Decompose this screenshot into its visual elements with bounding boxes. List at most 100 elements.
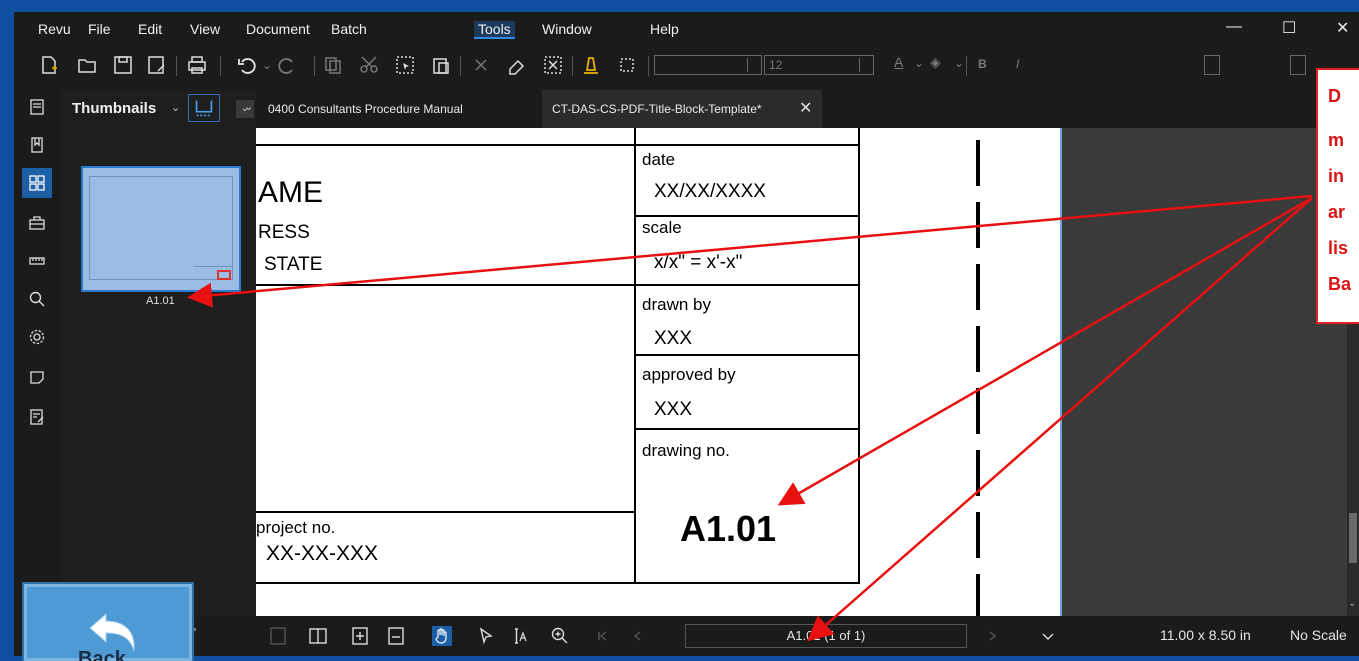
document-viewport[interactable]: AME RESS STATE date XX/XX/XXXX scale x/x… — [256, 128, 1359, 616]
menu-edit[interactable]: Edit — [138, 21, 162, 37]
title-block-rule — [634, 354, 860, 356]
title-block-bottom-border — [256, 582, 860, 584]
back-button[interactable]: Back — [22, 582, 194, 661]
single-page-icon[interactable] — [268, 626, 288, 646]
menu-tools[interactable]: Tools — [474, 21, 515, 39]
settings-gear-icon[interactable] — [22, 322, 52, 352]
delete-icon[interactable] — [470, 54, 492, 76]
menu-view[interactable]: View — [190, 21, 220, 37]
thumbnails-dropdown-icon[interactable]: ⌄ — [171, 101, 180, 114]
callout-text-line: m — [1328, 130, 1345, 150]
drawn-by-value: XXX — [654, 328, 693, 349]
cut-icon[interactable] — [358, 54, 380, 76]
toolbar-overflow-dropdown-2[interactable] — [1290, 55, 1306, 75]
paste-icon[interactable] — [430, 54, 452, 76]
toolbar-overflow-dropdown[interactable] — [1204, 55, 1220, 75]
measurements-icon[interactable] — [22, 246, 52, 276]
open-folder-icon[interactable] — [76, 54, 98, 76]
window-frame-left — [0, 0, 14, 661]
callout-text-line: ar — [1328, 202, 1346, 222]
page-navigation-field[interactable]: A1.01 (1 of 1) — [685, 624, 967, 648]
save-icon[interactable] — [112, 54, 134, 76]
tab-close-icon[interactable]: ✕ — [799, 98, 812, 118]
fill-color-icon[interactable]: ◈ — [930, 54, 941, 71]
toolbar-separator — [966, 56, 967, 76]
search-icon[interactable] — [22, 284, 52, 314]
tab-consultants-manual[interactable]: 0400 Consultants Procedure Manual — [264, 90, 534, 128]
minimize-button[interactable]: — — [1226, 18, 1242, 36]
fill-color-dropdown-icon[interactable]: ⌄ — [954, 56, 964, 70]
bold-button[interactable]: B — [978, 57, 987, 71]
thumbnails-icon[interactable] — [22, 168, 52, 198]
title-block-rule — [634, 215, 860, 217]
previous-page-icon[interactable] — [628, 626, 648, 646]
font-family-select[interactable] — [654, 55, 762, 75]
snapshot-icon[interactable] — [542, 54, 564, 76]
date-value: XX/XX/XXXX — [654, 181, 766, 202]
new-document-icon[interactable] — [38, 54, 60, 76]
toolbar-separator — [176, 56, 177, 76]
drawing-no-value: A1.01 — [680, 508, 777, 549]
select-text-icon[interactable] — [510, 626, 530, 646]
thumbnail-title-block — [193, 266, 233, 282]
thumbnail-page-border — [89, 176, 233, 280]
tab-title-block-template[interactable]: CT-DAS-CS-PDF-Title-Block-Template* — [542, 90, 822, 128]
save-as-icon[interactable] — [146, 54, 168, 76]
menu-help[interactable]: Help — [650, 21, 679, 37]
toolchest-icon[interactable] — [22, 208, 52, 238]
text-color-dropdown-icon[interactable]: ⌄ — [914, 56, 924, 70]
thumbnail-highlight — [217, 270, 231, 280]
first-page-icon[interactable] — [592, 626, 612, 646]
pdf-page[interactable]: AME RESS STATE date XX/XX/XXXX scale x/x… — [256, 128, 1060, 616]
scroll-down-icon[interactable]: ⌄ — [1348, 598, 1356, 609]
drawing-no-label: drawing no. — [642, 441, 730, 460]
markups-icon[interactable] — [22, 362, 52, 392]
maximize-button[interactable]: ☐ — [1282, 18, 1296, 38]
italic-button[interactable]: I — [1016, 57, 1019, 71]
scrollbar-thumb[interactable] — [1349, 513, 1357, 563]
menu-file[interactable]: File — [88, 21, 111, 37]
thumbnail-size-icon[interactable] — [188, 94, 220, 122]
page-edge — [1060, 128, 1062, 616]
close-window-button[interactable]: ✕ — [1336, 18, 1349, 38]
undo-dropdown-icon[interactable]: ⌄ — [262, 58, 272, 72]
select-pointer-icon[interactable] — [476, 626, 496, 646]
forms-icon[interactable] — [22, 402, 52, 432]
next-page-icon[interactable] — [982, 626, 1002, 646]
scale-value: x/x" = x'-x" — [654, 252, 743, 273]
text-color-button[interactable]: A — [894, 54, 903, 70]
scale-status-label[interactable]: No Scale — [1290, 627, 1347, 643]
select-icon[interactable] — [394, 54, 416, 76]
crop-icon[interactable] — [616, 54, 638, 76]
eraser-icon[interactable] — [506, 54, 528, 76]
page-dropdown-icon[interactable] — [1038, 626, 1058, 646]
page-thumbnail[interactable] — [81, 166, 241, 292]
font-size-select[interactable]: 12 — [764, 55, 874, 75]
menu-batch[interactable]: Batch — [331, 21, 367, 37]
copy-icon[interactable] — [322, 54, 344, 76]
title-block-rule — [256, 284, 860, 286]
menu-window[interactable]: Window — [542, 21, 592, 37]
redo-icon[interactable] — [276, 54, 298, 76]
print-icon[interactable] — [186, 54, 208, 76]
split-view-icon[interactable] — [308, 626, 328, 646]
menu-document[interactable]: Document — [246, 21, 310, 37]
back-button-label: Back — [78, 648, 126, 661]
fit-width-icon[interactable] — [386, 626, 406, 646]
menu-revu[interactable]: Revu — [38, 21, 71, 37]
zoom-icon[interactable] — [550, 626, 570, 646]
bookmarks-icon[interactable] — [22, 130, 52, 160]
callout-text-line: in — [1328, 166, 1344, 186]
approved-by-label: approved by — [642, 365, 736, 384]
tab-list-dropdown-icon[interactable]: ⌄ — [244, 100, 253, 113]
undo-icon[interactable] — [236, 54, 258, 76]
thumbnails-title[interactable]: Thumbnails — [72, 100, 156, 117]
fit-page-icon[interactable] — [350, 626, 370, 646]
properties-icon[interactable] — [22, 92, 52, 122]
toolbar-separator — [572, 56, 573, 76]
highlight-icon[interactable] — [580, 54, 602, 76]
title-block-rule — [256, 511, 636, 513]
pan-hand-icon[interactable] — [432, 626, 452, 646]
firm-name-text: AME — [258, 176, 324, 209]
callout-text-line: Ba — [1328, 274, 1352, 294]
